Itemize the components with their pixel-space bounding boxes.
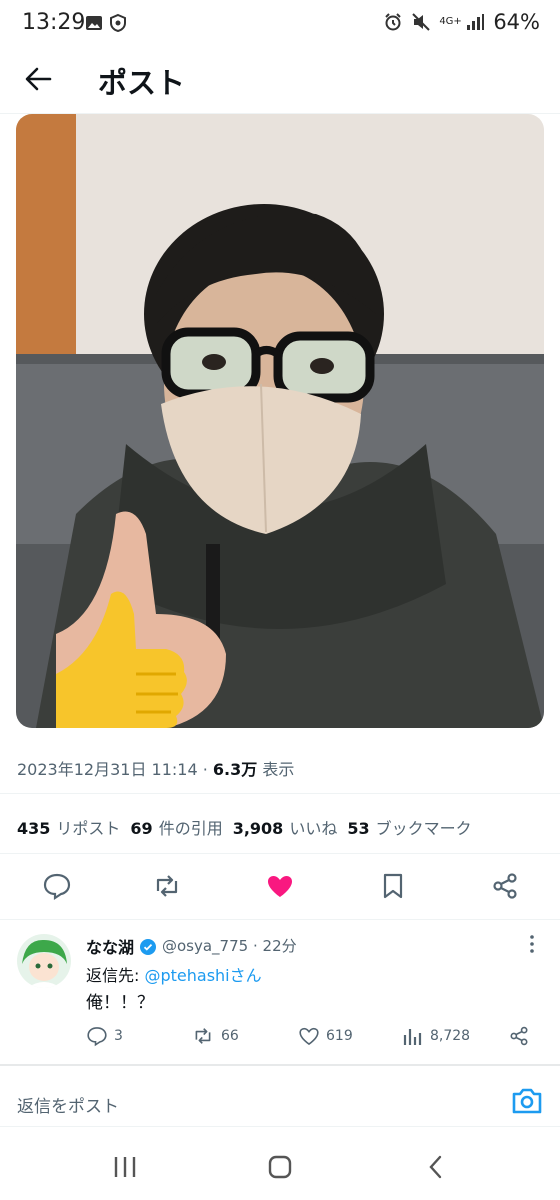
reply-time: · 22分 bbox=[252, 937, 297, 955]
post-timestamp-views: 2023年12月31日 11:14 · 6.3万 表示 bbox=[17, 756, 294, 780]
system-nav-bar bbox=[0, 1140, 560, 1200]
stat-likes[interactable]: 3,908 いいね bbox=[233, 815, 338, 839]
reply-to-line: 返信先: @ptehashiさん bbox=[86, 966, 262, 985]
reply-views-button[interactable]: 8,728 bbox=[402, 1025, 470, 1047]
reply-handle[interactable]: @osya_775 bbox=[162, 937, 248, 955]
reply-to-handle[interactable]: @ptehashiさん bbox=[144, 966, 261, 985]
more-vertical-icon[interactable] bbox=[525, 934, 539, 954]
status-time: 13:29 bbox=[22, 10, 86, 35]
post-image[interactable] bbox=[16, 114, 544, 728]
status-bar: 13:29 4G+ 64% bbox=[0, 0, 560, 50]
reply-icon bbox=[87, 1027, 107, 1047]
signal-icon bbox=[467, 14, 485, 30]
post-timestamp[interactable]: 2023年12月31日 11:14 bbox=[17, 760, 198, 779]
reply-text: 俺！！？ bbox=[86, 993, 154, 1013]
gallery-icon bbox=[86, 16, 102, 30]
reply-like-button[interactable]: 619 bbox=[298, 1025, 353, 1047]
composer-divider bbox=[0, 1126, 560, 1127]
stat-quotes[interactable]: 69 件の引用 bbox=[130, 815, 222, 839]
alarm-icon bbox=[385, 13, 402, 31]
analytics-icon bbox=[403, 1029, 422, 1045]
stat-bookmarks[interactable]: 53 ブックマーク bbox=[347, 815, 471, 839]
status-right: 4G+ 64% bbox=[383, 10, 540, 34]
reply-author-name[interactable]: なな湖 bbox=[86, 934, 156, 958]
retweet-icon bbox=[195, 1028, 211, 1044]
actions-divider bbox=[0, 919, 560, 920]
mute-icon bbox=[412, 13, 431, 31]
meta-divider bbox=[0, 793, 560, 794]
shield-icon bbox=[110, 13, 126, 33]
selfie-photo bbox=[16, 114, 544, 728]
avatar[interactable] bbox=[17, 934, 71, 988]
back-nav-icon[interactable] bbox=[426, 1154, 446, 1180]
recent-apps-icon[interactable] bbox=[112, 1155, 138, 1179]
arrow-left-icon[interactable] bbox=[22, 63, 54, 95]
battery-level: 64% bbox=[493, 10, 540, 34]
page-title: ポスト bbox=[98, 66, 186, 100]
reply-icon[interactable] bbox=[42, 871, 72, 901]
heart-icon bbox=[299, 1027, 319, 1046]
reply-author-handle: @osya_775 · 22分 bbox=[162, 935, 297, 956]
share-icon[interactable] bbox=[508, 1025, 530, 1047]
reply-divider bbox=[0, 1064, 560, 1066]
meta-separator: · bbox=[202, 760, 208, 779]
views-label: 表示 bbox=[262, 760, 295, 779]
reply-composer-input[interactable]: 返信をポスト bbox=[17, 1092, 119, 1117]
stats-divider bbox=[0, 853, 560, 854]
views-count: 6.3万 bbox=[212, 760, 258, 779]
post-stats: 435 リポスト 69 件の引用 3,908 いいね 53 ブックマーク bbox=[17, 815, 472, 839]
reply-retweet-button[interactable]: 66 bbox=[191, 1025, 239, 1047]
post-actions bbox=[0, 855, 560, 919]
home-icon[interactable] bbox=[267, 1154, 293, 1180]
like-icon[interactable] bbox=[265, 871, 295, 901]
camera-icon[interactable] bbox=[510, 1085, 544, 1117]
bookmark-icon[interactable] bbox=[378, 871, 408, 901]
stat-reposts[interactable]: 435 リポスト bbox=[17, 815, 120, 839]
share-icon[interactable] bbox=[490, 871, 520, 901]
network-type: 4G+ bbox=[439, 16, 462, 27]
retweet-icon[interactable] bbox=[152, 871, 182, 901]
verified-badge-icon bbox=[139, 939, 156, 955]
reply-reply-button[interactable]: 3 bbox=[86, 1025, 123, 1047]
